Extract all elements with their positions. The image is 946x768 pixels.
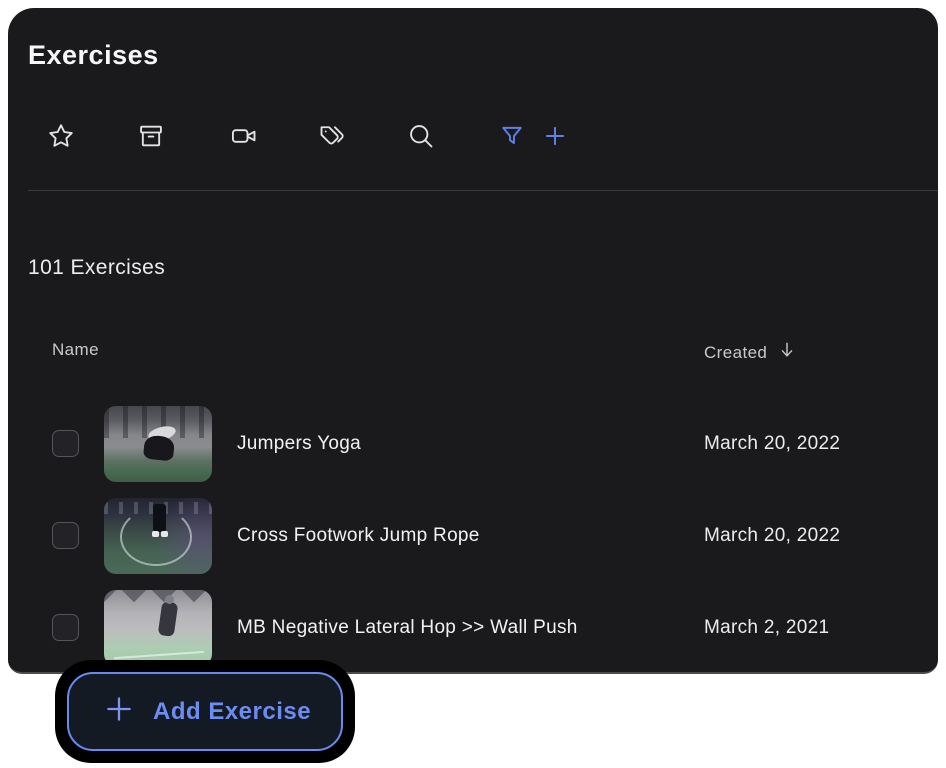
exercise-name: Jumpers Yoga (237, 406, 361, 482)
exercise-created-date: March 2, 2021 (704, 590, 829, 666)
exercise-name: Cross Footwork Jump Rope (237, 498, 480, 574)
row-checkbox[interactable] (52, 522, 79, 549)
tags-icon (318, 122, 346, 150)
favorites-button[interactable] (47, 122, 75, 150)
exercises-panel: Exercises (8, 8, 938, 674)
filter-funnel-icon (499, 123, 525, 149)
archive-icon (137, 122, 165, 150)
search-icon (407, 122, 435, 150)
exercise-row[interactable]: MB Negative Lateral Hop >> Wall Push Mar… (8, 590, 938, 666)
video-camera-icon (230, 122, 258, 150)
exercise-thumbnail (104, 590, 212, 666)
star-icon (47, 122, 75, 150)
column-created-label: Created (704, 343, 767, 363)
video-button[interactable] (230, 122, 258, 150)
filter-button[interactable] (498, 122, 526, 150)
thumbnail-art (158, 601, 179, 637)
thumbnail-art (143, 434, 175, 461)
thumbnail-art (104, 590, 212, 610)
row-checkbox[interactable] (52, 430, 79, 457)
sort-arrow-down-icon (777, 340, 797, 365)
toolbar-divider (28, 190, 938, 191)
row-checkbox[interactable] (52, 614, 79, 641)
column-header-created[interactable]: Created (704, 340, 797, 365)
add-exercise-label: Add Exercise (153, 698, 311, 726)
archive-button[interactable] (137, 122, 165, 150)
column-name-label: Name (52, 340, 99, 360)
exercise-row[interactable]: Jumpers Yoga March 20, 2022 (8, 406, 938, 482)
tags-button[interactable] (318, 122, 346, 150)
plus-icon (103, 693, 135, 730)
exercise-thumbnail (104, 406, 212, 482)
exercise-created-date: March 20, 2022 (704, 406, 840, 482)
page-title: Exercises (28, 40, 159, 71)
search-button[interactable] (407, 122, 435, 150)
add-exercise-highlight-ring: Add Exercise (55, 660, 355, 763)
thumbnail-art (161, 531, 168, 537)
thumbnail-art (152, 531, 159, 537)
plus-icon (542, 123, 568, 149)
exercise-thumbnail (104, 498, 212, 574)
column-header-name[interactable]: Name (52, 340, 99, 360)
exercise-name: MB Negative Lateral Hop >> Wall Push (237, 590, 578, 666)
add-filter-button[interactable] (541, 122, 569, 150)
thumbnail-art (165, 595, 174, 604)
exercise-count: 101 Exercises (28, 256, 165, 280)
exercise-created-date: March 20, 2022 (704, 498, 840, 574)
exercise-row[interactable]: Cross Footwork Jump Rope March 20, 2022 (8, 498, 938, 574)
thumbnail-art (114, 651, 204, 659)
add-exercise-button[interactable]: Add Exercise (67, 672, 343, 751)
thumbnail-art (153, 504, 166, 532)
